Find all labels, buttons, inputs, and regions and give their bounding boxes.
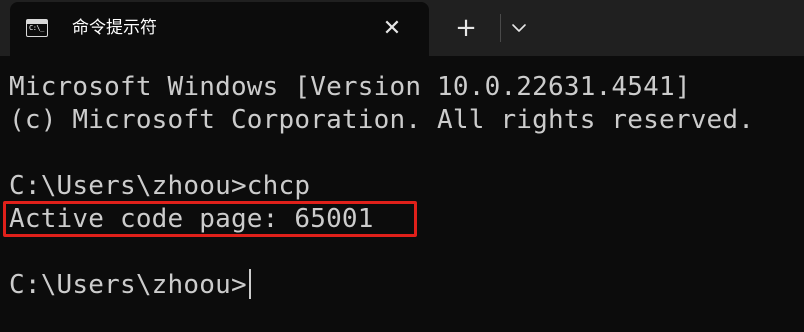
new-tab-button[interactable]: + [444, 12, 488, 44]
text-cursor [248, 269, 251, 299]
terminal-output[interactable]: Microsoft Windows [Version 10.0.22631.45… [0, 56, 804, 332]
terminal-prompt-line[interactable]: C:\Users\zhoou> [9, 269, 251, 301]
terminal-prompt: C:\Users\zhoou> [9, 270, 247, 300]
close-tab-button[interactable]: ✕ [378, 15, 406, 43]
terminal-window: C:\_ 命令提示符 ✕ + Microsoft Windows [Versio… [0, 0, 804, 332]
tab-divider [500, 14, 501, 42]
tab-bar: C:\_ 命令提示符 ✕ + [0, 0, 804, 56]
tab-command-prompt[interactable]: C:\_ 命令提示符 ✕ [10, 2, 429, 56]
tab-title: 命令提示符 [72, 18, 157, 38]
terminal-line-command: C:\Users\zhoou>chcp [9, 171, 311, 201]
terminal-line-copyright: (c) Microsoft Corporation. All rights re… [9, 105, 755, 135]
cmd-icon-prompt-text: C:\_ [29, 24, 44, 32]
watermark-area [686, 308, 804, 332]
plus-icon: + [455, 13, 477, 43]
chevron-down-icon [512, 24, 526, 32]
red-highlight-box [3, 201, 417, 237]
cmd-terminal-icon: C:\_ [26, 19, 48, 37]
terminal-line-version: Microsoft Windows [Version 10.0.22631.45… [9, 72, 691, 102]
tab-dropdown-button[interactable] [504, 12, 534, 44]
close-icon: ✕ [382, 16, 402, 41]
